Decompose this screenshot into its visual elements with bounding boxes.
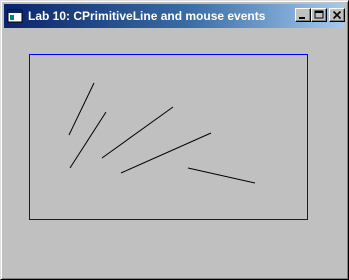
drawn-line: [68, 82, 95, 136]
window-title: Lab 10: CPrimitiveLine and mouse events: [28, 9, 266, 23]
drawn-line: [187, 167, 256, 184]
drawn-line: [101, 106, 174, 159]
app-window-icon[interactable]: [7, 8, 23, 24]
close-icon: [332, 10, 342, 20]
drawn-line: [69, 111, 107, 169]
application-window: Lab 10: CPrimitiveLine and mouse events: [0, 0, 349, 280]
maximize-button[interactable]: [311, 8, 327, 22]
maximize-icon: [314, 10, 324, 19]
frame-rectangle: [29, 54, 308, 220]
title-bar[interactable]: Lab 10: CPrimitiveLine and mouse events: [4, 4, 345, 28]
drawn-line: [120, 132, 212, 174]
drawing-canvas[interactable]: [5, 30, 346, 277]
minimize-icon: [299, 17, 305, 19]
minimize-button[interactable]: [295, 8, 311, 22]
close-button[interactable]: [329, 8, 345, 22]
canvas-drawing: [29, 54, 308, 220]
